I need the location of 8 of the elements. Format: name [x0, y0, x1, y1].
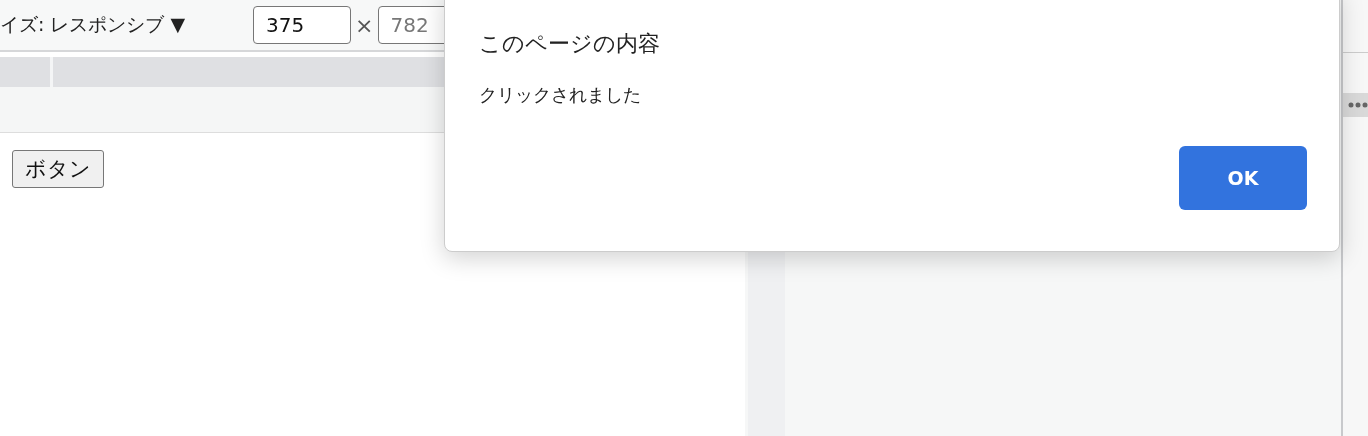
device-dropdown[interactable]: イズ: レスポンシブ ▼: [0, 12, 186, 38]
width-input[interactable]: 375: [253, 6, 352, 44]
dialog-title: このページの内容: [479, 30, 661, 58]
more-icon[interactable]: [1348, 102, 1368, 108]
dialog-message: クリックされました: [479, 83, 642, 107]
times-sign: ×: [355, 12, 374, 38]
page-button[interactable]: ボタン: [12, 150, 104, 188]
ok-button[interactable]: OK: [1179, 146, 1307, 210]
